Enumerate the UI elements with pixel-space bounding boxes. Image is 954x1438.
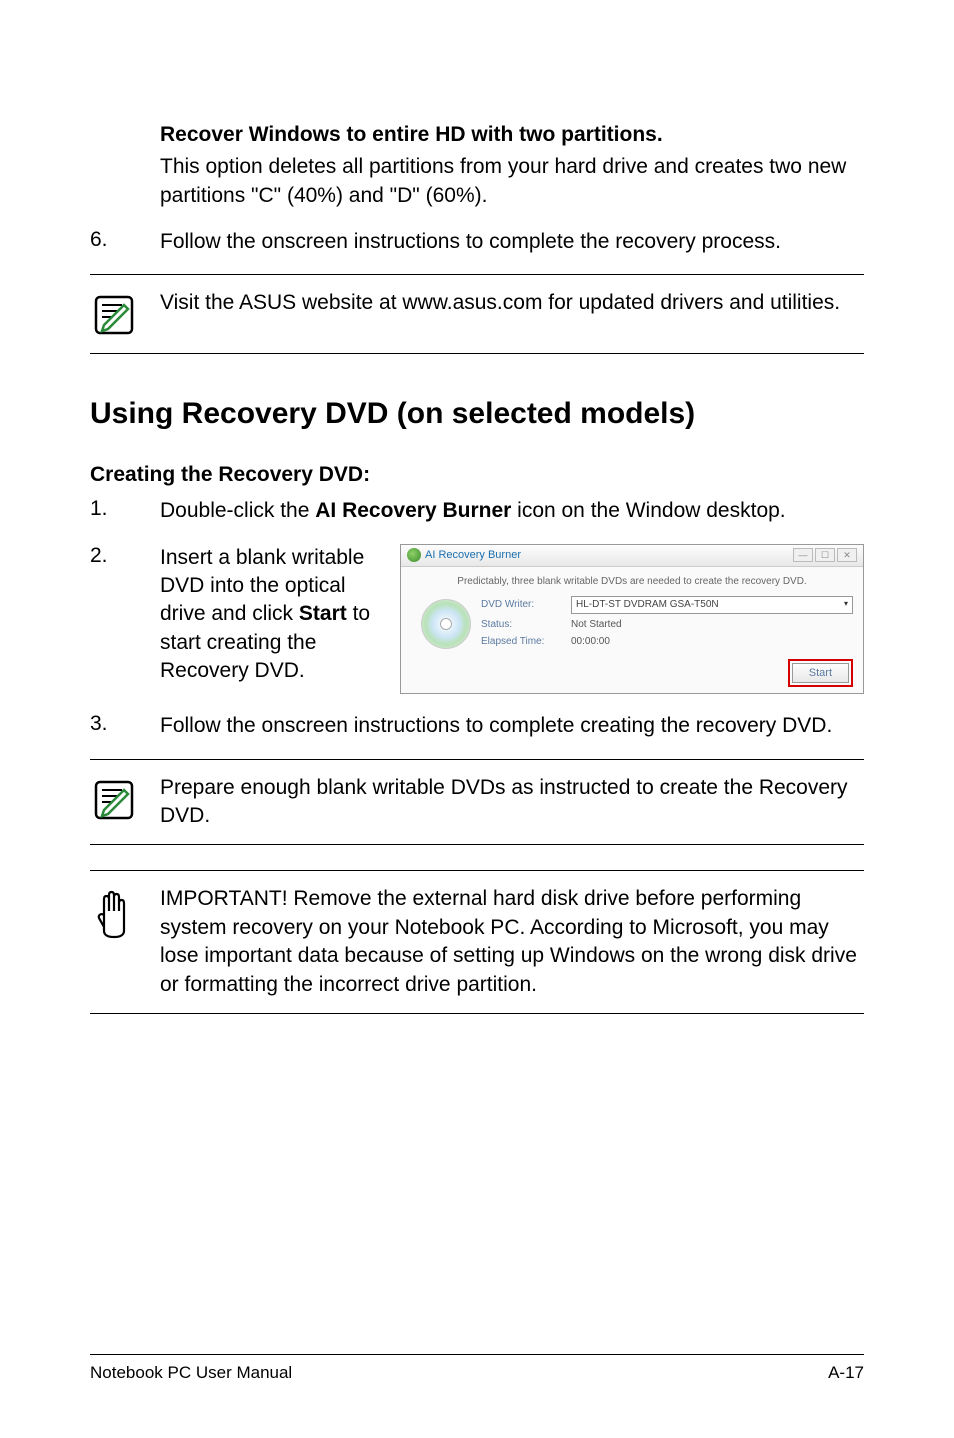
note-icon (90, 776, 138, 824)
start-button-highlight: Start (788, 659, 853, 688)
step-2-text: Insert a blank writable DVD into the opt… (160, 544, 380, 695)
step1-post: icon on the Window desktop. (511, 499, 785, 522)
step-1-text: Double-click the AI Recovery Burner icon… (160, 497, 864, 525)
step-number-2: 2. (90, 544, 160, 695)
footer-left: Notebook PC User Manual (90, 1363, 292, 1383)
prediction-text: Predictably, three blank writable DVDs a… (411, 575, 853, 589)
status-value: Not Started (571, 618, 853, 632)
ai-recovery-burner-window: AI Recovery Burner — ☐ ✕ Predictably, th… (400, 544, 864, 695)
footer-right: A-17 (828, 1363, 864, 1383)
window-title: AI Recovery Burner (425, 548, 521, 563)
note-text: Visit the ASUS website at www.asus.com f… (160, 289, 864, 317)
step-3-text: Follow the onscreen instructions to comp… (160, 712, 864, 740)
elapsed-value: 00:00:00 (571, 635, 853, 649)
step-number-1: 1. (90, 497, 160, 525)
app-icon (407, 548, 421, 562)
step1-pre: Double-click the (160, 499, 315, 522)
step-number-3: 3. (90, 712, 160, 740)
caution-text: IMPORTANT! Remove the external hard disk… (160, 885, 864, 998)
close-button[interactable]: ✕ (837, 548, 857, 562)
option-heading: Recover Windows to entire HD with two pa… (160, 120, 864, 149)
step-number-6: 6. (90, 228, 160, 256)
dvd-writer-value: HL-DT-ST DVDRAM GSA-T50N (576, 598, 719, 612)
start-button[interactable]: Start (792, 663, 849, 684)
chevron-down-icon: ▾ (844, 599, 848, 610)
dvd-writer-label: DVD Writer: (481, 598, 571, 612)
caution-box: IMPORTANT! Remove the external hard disk… (90, 870, 864, 1013)
subsection-heading: Creating the Recovery DVD: (90, 463, 864, 487)
section-title: Using Recovery DVD (on selected models) (90, 394, 864, 433)
cd-icon (421, 599, 471, 649)
maximize-button[interactable]: ☐ (815, 548, 835, 562)
window-titlebar: AI Recovery Burner — ☐ ✕ (401, 545, 863, 567)
note-box: Visit the ASUS website at www.asus.com f… (90, 274, 864, 354)
step-6-text: Follow the onscreen instructions to comp… (160, 228, 864, 256)
option-body: This option deletes all partitions from … (160, 153, 864, 210)
note-icon (90, 291, 138, 339)
note-box-2: Prepare enough blank writable DVDs as in… (90, 759, 864, 846)
dvd-writer-select[interactable]: HL-DT-ST DVDRAM GSA-T50N ▾ (571, 596, 853, 614)
minimize-button[interactable]: — (793, 548, 813, 562)
elapsed-label: Elapsed Time: (481, 635, 571, 649)
page-footer: Notebook PC User Manual A-17 (90, 1354, 864, 1383)
step1-bold: AI Recovery Burner (315, 499, 511, 522)
note-text-2: Prepare enough blank writable DVDs as in… (160, 774, 864, 831)
caution-hand-icon (90, 887, 138, 939)
step2-bold: Start (299, 602, 347, 625)
status-label: Status: (481, 618, 571, 632)
